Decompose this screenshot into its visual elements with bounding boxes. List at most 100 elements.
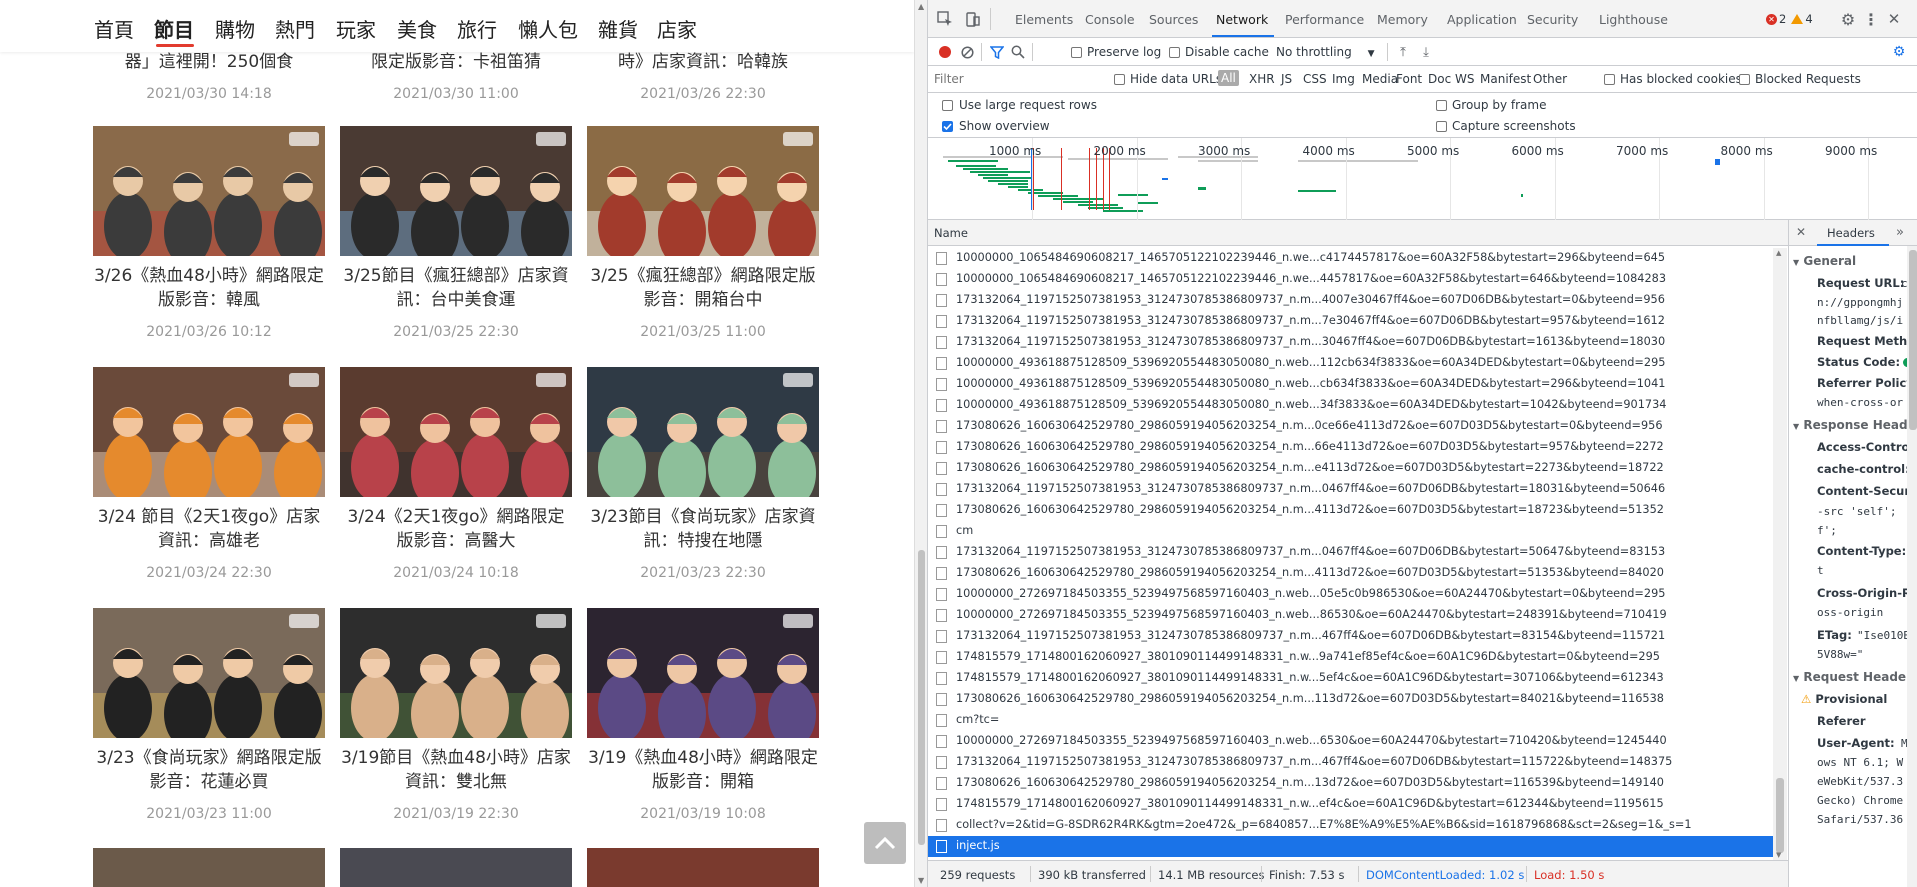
preserve-log-checkbox[interactable] <box>1071 47 1082 58</box>
request-row[interactable]: 174815579_1714800162060927_3801090114499… <box>928 647 1773 668</box>
large-rows-checkbox[interactable] <box>942 100 953 111</box>
general-section-toggle[interactable]: ▼ General <box>1793 254 1856 268</box>
scroll-up-arrow-icon[interactable]: ▲ <box>918 2 924 11</box>
request-row[interactable]: 173080626_160630642529780_29860591940562… <box>928 563 1773 584</box>
video-thumbnail[interactable] <box>93 126 325 256</box>
filter-type-img[interactable]: Img <box>1332 72 1355 86</box>
video-thumbnail[interactable] <box>93 848 325 887</box>
filter-type-js[interactable]: JS <box>1281 72 1292 86</box>
devtools-tab-elements[interactable]: Elements <box>1015 12 1073 27</box>
request-row[interactable]: 173132064_1197152507381953_3124730785386… <box>928 290 1773 311</box>
inspect-element-icon[interactable] <box>936 10 954 28</box>
video-card[interactable]: 3/19《熱血48小時》網路限定版影音：開箱 2021/03/19 10:08 <box>587 608 819 822</box>
filter-type-all[interactable]: All <box>1218 70 1239 86</box>
capture-screenshots-checkbox[interactable] <box>1436 121 1447 132</box>
video-card[interactable]: 3/23《食尚玩家》網路限定版影音：花蓮必買 2021/03/23 11:00 <box>93 608 325 822</box>
more-tabs-icon[interactable]: » <box>1893 224 1907 240</box>
request-row[interactable]: 10000000_272697184503355_523949756859716… <box>928 731 1773 752</box>
nav-item[interactable]: 熱門 <box>275 14 315 43</box>
request-row[interactable]: 173132064_1197152507381953_3124730785386… <box>928 626 1773 647</box>
request-row[interactable]: 173080626_160630642529780_29860591940562… <box>928 500 1773 521</box>
request-row[interactable]: 10000000_493618875128509_539692055448305… <box>928 395 1773 416</box>
record-icon[interactable] <box>938 45 952 59</box>
video-title[interactable]: 3/24 節目《2天1夜go》店家資訊：高雄老 <box>93 505 325 553</box>
network-settings-icon[interactable]: ⚙ <box>1891 44 1907 60</box>
request-list-scrollbar-thumb[interactable] <box>1776 778 1784 853</box>
video-thumbnail[interactable] <box>587 608 819 738</box>
nav-item[interactable]: 旅行 <box>457 14 497 43</box>
nav-item[interactable]: 首頁 <box>94 14 134 43</box>
devtools-tab-console[interactable]: Console <box>1085 12 1135 27</box>
filter-type-manifest[interactable]: Manifest <box>1480 72 1531 86</box>
video-thumbnail[interactable] <box>340 848 572 887</box>
filter-input[interactable] <box>934 70 1064 88</box>
hide-data-urls-checkbox[interactable] <box>1114 74 1125 85</box>
nav-item[interactable]: 店家 <box>657 14 697 43</box>
video-title[interactable]: 3/24《2天1夜go》網路限定版影音：高醫大 <box>340 505 572 553</box>
request-row[interactable]: 173080626_160630642529780_29860591940562… <box>928 437 1773 458</box>
filter-icon[interactable] <box>990 45 1004 59</box>
request-list-scrollbar[interactable]: ▲ ▼ <box>1773 248 1787 860</box>
network-overview-timeline[interactable]: 1000 ms 2000 ms 3000 ms 4000 ms 5000 ms 6000 … <box>928 138 1917 220</box>
request-row[interactable]: 10000000_272697184503355_523949756859716… <box>928 605 1773 626</box>
nav-item[interactable]: 購物 <box>215 14 255 43</box>
video-title[interactable]: 3/23《食尚玩家》網路限定版影音：花蓮必買 <box>93 746 325 794</box>
settings-gear-icon[interactable]: ⚙ <box>1838 9 1858 29</box>
devtools-tab-sources[interactable]: Sources <box>1149 12 1198 27</box>
export-har-icon[interactable]: ⤓ <box>1418 43 1434 61</box>
video-thumbnail[interactable] <box>93 367 325 497</box>
request-row[interactable]: 173132064_1197152507381953_3124730785386… <box>928 752 1773 773</box>
video-card[interactable]: 3/23節目《食尚玩家》店家資訊：特搜在地隱 2021/03/23 22:30 <box>587 367 819 581</box>
filter-type-ws[interactable]: WS <box>1455 72 1474 86</box>
request-row[interactable]: cm?tc= <box>928 710 1773 731</box>
request-row[interactable]: 174815579_1714800162060927_3801090114499… <box>928 794 1773 815</box>
devtools-tab-security[interactable]: Security <box>1527 12 1578 27</box>
request-row[interactable]: 173080626_160630642529780_29860591940562… <box>928 773 1773 794</box>
request-row[interactable]: collect?v=2&tid=G-8SDR62R4RK&gtm=2oe472&… <box>928 815 1773 836</box>
filter-type-css[interactable]: CSS <box>1303 72 1327 86</box>
request-row[interactable]: 173132064_1197152507381953_3124730785386… <box>928 332 1773 353</box>
search-icon[interactable] <box>1011 45 1025 59</box>
request-row[interactable]: 173080626_160630642529780_29860591940562… <box>928 416 1773 437</box>
close-details-icon[interactable]: ✕ <box>1795 225 1807 239</box>
filter-type-xhr[interactable]: XHR <box>1249 72 1275 86</box>
video-thumbnail[interactable] <box>587 848 819 887</box>
request-headers-toggle[interactable]: ▼ Request Headers <box>1793 670 1917 684</box>
video-title[interactable]: 3/26《熱血48小時》網路限定版影音：韓風 <box>93 264 325 312</box>
request-row[interactable]: 10000000_272697184503355_523949756859716… <box>928 584 1773 605</box>
video-card[interactable]: 3/24《2天1夜go》網路限定版影音：高醫大 2021/03/24 10:18 <box>340 367 572 581</box>
request-row[interactable]: 10000000_1065484690608217_14657051221022… <box>928 248 1773 269</box>
video-card[interactable]: 3/25節目《瘋狂總部》店家資訊：台中美食運 2021/03/25 22:30 <box>340 126 572 340</box>
nav-item[interactable]: 懶人包 <box>518 14 578 43</box>
tab-headers[interactable]: Headers <box>1827 226 1875 240</box>
video-thumbnail[interactable] <box>340 608 572 738</box>
device-toolbar-icon[interactable] <box>964 10 982 28</box>
devtools-tab-network[interactable]: Network <box>1216 12 1268 27</box>
scroll-down-arrow-icon[interactable]: ▼ <box>1776 851 1781 859</box>
scroll-up-arrow-icon[interactable]: ▲ <box>1776 249 1781 257</box>
video-thumbnail[interactable] <box>587 126 819 256</box>
video-card[interactable]: 限定版影音：卡祖笛猜 2021/03/30 11:00 <box>340 52 572 102</box>
video-title[interactable]: 器」這裡開！250個食 <box>93 52 325 74</box>
nav-item[interactable]: 玩家 <box>336 14 376 43</box>
request-row[interactable]: 173132064_1197152507381953_3124730785386… <box>928 542 1773 563</box>
nav-item[interactable]: 節目 <box>154 14 194 43</box>
page-scrollbar-thumb[interactable] <box>918 550 925 845</box>
video-thumbnail[interactable] <box>340 126 572 256</box>
import-har-icon[interactable]: ⤒ <box>1395 43 1411 61</box>
blocked-requests-checkbox[interactable] <box>1739 74 1750 85</box>
clear-icon[interactable] <box>960 45 974 59</box>
more-options-icon[interactable]: ⋮ <box>1863 9 1879 29</box>
video-card[interactable]: 器」這裡開！250個食 2021/03/30 14:18 <box>93 52 325 102</box>
scroll-down-arrow-icon[interactable]: ▼ <box>918 876 924 885</box>
group-by-frame-checkbox[interactable] <box>1436 100 1447 111</box>
devtools-tab-application[interactable]: Application <box>1447 12 1517 27</box>
close-devtools-icon[interactable]: ✕ <box>1886 9 1902 29</box>
disable-cache-checkbox[interactable] <box>1169 47 1180 58</box>
request-row[interactable]: cm <box>928 521 1773 542</box>
nav-item[interactable]: 美食 <box>397 14 437 43</box>
has-blocked-cookies-checkbox[interactable] <box>1604 74 1615 85</box>
console-counts[interactable]: ✕ 2 4 <box>1766 9 1813 29</box>
devtools-tab-memory[interactable]: Memory <box>1377 12 1428 27</box>
video-thumbnail[interactable] <box>587 367 819 497</box>
